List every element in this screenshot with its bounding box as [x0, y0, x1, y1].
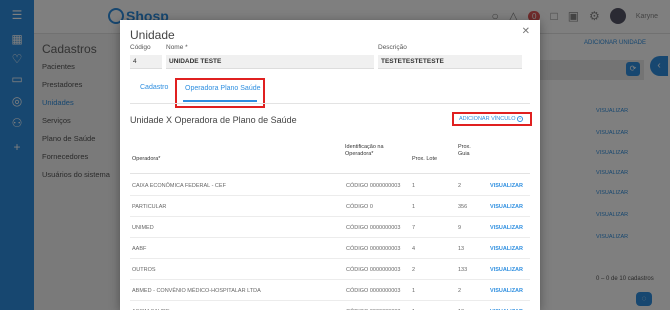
tab-active-indicator: [183, 100, 257, 102]
tab-cadastro[interactable]: Cadastro: [140, 84, 168, 91]
codigo-field[interactable]: 4: [130, 55, 162, 69]
table-row: UNIMED CÓDIGO 0000000003 7 9 VISUALIZAR: [130, 218, 530, 238]
view-button[interactable]: VISUALIZAR: [490, 183, 523, 189]
codigo-label: Código: [130, 44, 151, 51]
cell-identificacao: CÓDIGO 0000000003: [346, 225, 401, 231]
cell-operadora: CAIXA ECONÔMICA FEDERAL - CEF: [132, 183, 226, 189]
cell-prox-guia: 356: [458, 204, 468, 210]
header-operadora: Operadora*: [132, 156, 161, 162]
view-button[interactable]: VISUALIZAR: [490, 288, 523, 294]
nome-field[interactable]: UNIDADE TESTE: [166, 55, 374, 69]
add-vinculo-button[interactable]: ADICIONAR VÍNCULO +: [459, 116, 524, 122]
nome-label: Nome *: [166, 44, 188, 51]
cell-prox-guia: 133: [458, 267, 468, 273]
cell-prox-lote: 1: [412, 183, 416, 189]
cell-prox-lote: 2: [412, 267, 416, 273]
close-icon[interactable]: ✕: [522, 26, 530, 37]
descricao-field[interactable]: TESTETESTETESTE: [378, 55, 522, 69]
cell-identificacao: CÓDIGO 0: [346, 204, 373, 210]
cell-identificacao: CÓDIGO 0000000003: [346, 183, 401, 189]
cell-prox-guia: 13: [458, 246, 465, 252]
cell-identificacao: CÓDIGO 0000000003: [346, 246, 401, 252]
cell-prox-lote: 4: [412, 246, 416, 252]
view-button[interactable]: VISUALIZAR: [490, 225, 523, 231]
table-row: ABMED - CONVÊNIO MÉDICO-HOSPITALAR LTDA C…: [130, 281, 530, 301]
cell-prox-lote: 7: [412, 225, 416, 231]
view-button[interactable]: VISUALIZAR: [490, 246, 523, 252]
table-header: Operadora* Identificação na Operadora* P…: [130, 130, 530, 174]
table-row: PARTICULAR CÓDIGO 0 1 356 VISUALIZAR: [130, 197, 530, 217]
modal-title: Unidade: [130, 28, 175, 42]
cell-operadora: AABF: [132, 246, 147, 252]
cell-operadora: ABMED - CONVÊNIO MÉDICO-HOSPITALAR LTDA: [132, 288, 261, 294]
view-button[interactable]: VISUALIZAR: [490, 267, 523, 273]
cell-prox-guia: 9: [458, 225, 462, 231]
cell-operadora: OUTROS: [132, 267, 156, 273]
cell-prox-guia: 2: [458, 288, 462, 294]
tab-label: Operadora Plano Saúde: [185, 85, 261, 92]
cell-prox-lote: 1: [412, 204, 416, 210]
header-prox-lote: Prox. Lote: [412, 156, 438, 162]
view-button[interactable]: VISUALIZAR: [490, 204, 523, 210]
table-row: AABF CÓDIGO 0000000003 4 13 VISUALIZAR: [130, 239, 530, 259]
cell-operadora: PARTICULAR: [132, 204, 167, 210]
descricao-label: Descrição: [378, 44, 407, 51]
plus-circle-icon: +: [517, 116, 524, 122]
cell-prox-guia: 2: [458, 183, 462, 189]
header-prox-guia: Prox. Guia: [458, 144, 471, 157]
section-title: Unidade X Operadora de Plano de Saúde: [130, 115, 297, 125]
tabs-divider: [130, 103, 530, 104]
cell-prox-lote: 1: [412, 288, 416, 294]
table-row: ASSIM SAUDECÓDIGO 0000000003113VISUALIZA…: [130, 302, 530, 310]
table-row: CAIXA ECONÔMICA FEDERAL - CEF CÓDIGO 0000…: [130, 176, 530, 196]
unit-modal: Unidade ✕ Código Nome * Descrição 4 UNID…: [120, 20, 540, 310]
header-identificacao: Identificação na Operadora*: [345, 144, 384, 157]
table-row: OUTROS CÓDIGO 0000000003 2 133 VISUALIZAR: [130, 260, 530, 280]
add-link-highlight: ADICIONAR VÍNCULO +: [452, 112, 532, 126]
cell-operadora: UNIMED: [132, 225, 154, 231]
cell-identificacao: CÓDIGO 0000000003: [346, 288, 401, 294]
add-vinculo-label: ADICIONAR VÍNCULO: [459, 116, 516, 122]
cell-identificacao: CÓDIGO 0000000003: [346, 267, 401, 273]
